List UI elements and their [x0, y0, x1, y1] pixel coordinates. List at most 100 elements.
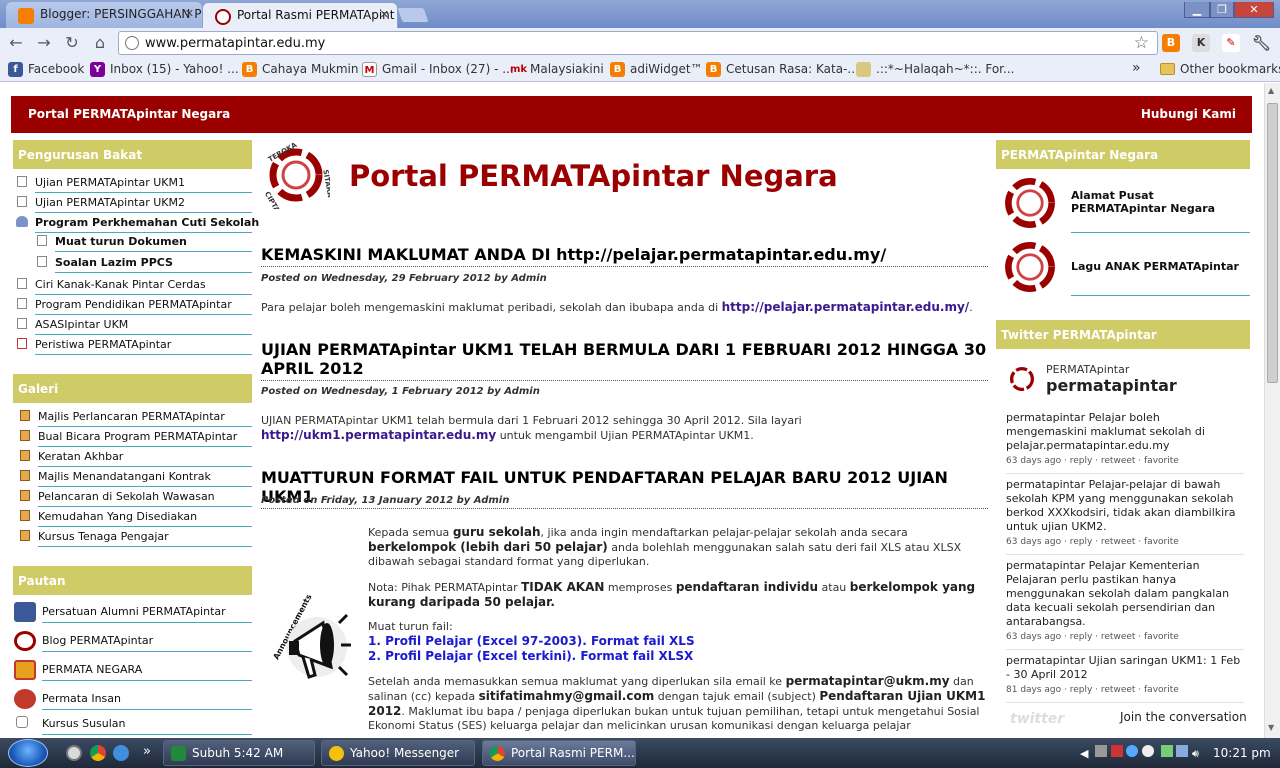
- star-icon[interactable]: ☆: [1134, 33, 1149, 53]
- pelajar-link[interactable]: http://pelajar.permatapintar.edu.my/: [722, 300, 970, 314]
- tray-app-icon[interactable]: [1141, 745, 1154, 757]
- gallery-item[interactable]: Keratan Akhbar: [20, 448, 252, 467]
- gallery-item[interactable]: Bual Bicara Program PERMATApintar: [20, 428, 252, 447]
- gallery-item[interactable]: Majlis Menandatangani Kontrak: [20, 468, 252, 487]
- tweet: permatapintar Ujian saringan UKM1: 1 Feb…: [1006, 654, 1244, 703]
- task-chrome[interactable]: Portal Rasmi PERM...: [482, 740, 636, 766]
- bookmark-label: Malaysiakini: [530, 62, 604, 76]
- clock[interactable]: 10:21 pm: [1213, 746, 1271, 760]
- bookmark-malaysiakini[interactable]: mk Malaysiakini: [510, 62, 604, 76]
- ie-icon[interactable]: [113, 745, 129, 761]
- sidebar-item-pendidikan[interactable]: Program Pendidikan PERMATApintar: [17, 296, 252, 315]
- close-icon[interactable]: ✕: [380, 8, 389, 21]
- tray-network-icon[interactable]: [1126, 745, 1139, 757]
- download-xlsx-link[interactable]: 2. Profil Pelajar (Excel terkini). Forma…: [368, 649, 693, 663]
- sidebar-item-ciri[interactable]: Ciri Kanak-Kanak Pintar Cerdas: [17, 276, 252, 295]
- wifi-icon[interactable]: [1176, 745, 1189, 757]
- reload-button[interactable]: ↻: [62, 33, 82, 53]
- back-button[interactable]: ←: [6, 33, 26, 53]
- alamat-link[interactable]: Alamat Pusat PERMATApintar Negara: [1071, 189, 1250, 215]
- sidebar-item-soalan-lazim[interactable]: Soalan Lazim PPCS: [37, 254, 252, 273]
- bookmark-gmail[interactable]: M Gmail - Inbox (27) - ...: [362, 62, 514, 77]
- system-tray[interactable]: ◀ 🔊︎: [1080, 745, 1199, 761]
- address-bar[interactable]: www.permatapintar.edu.my ☆: [118, 31, 1158, 55]
- lagu-link[interactable]: Lagu ANAK PERMATApintar: [1071, 260, 1250, 273]
- more-bookmarks-chevron-icon[interactable]: »: [1132, 60, 1141, 76]
- home-link[interactable]: Portal PERMATApintar Negara: [28, 107, 230, 121]
- tweet-actions[interactable]: 81 days ago · reply · retweet · favorite: [1006, 683, 1244, 697]
- sidebar-item-ukm1[interactable]: Ujian PERMATApintar UKM1: [17, 174, 252, 193]
- wrench-icon[interactable]: 🔧︎: [1252, 34, 1271, 52]
- tab-portal[interactable]: Portal Rasmi PERMATApint ✕: [202, 2, 398, 28]
- tool-extension-icon[interactable]: ✎: [1222, 34, 1240, 52]
- browser-titlebar: Blogger: PERSINGGAHAN P ✕ Portal Rasmi P…: [0, 0, 1280, 28]
- link-permata-insan[interactable]: Permata Insan: [14, 689, 252, 710]
- post-text: . Maklumat ibu bapa / penjaga diperlukan…: [368, 705, 980, 732]
- gallery-item-label: Kemudahan Yang Disediakan: [38, 510, 198, 523]
- new-tab-button[interactable]: [397, 8, 429, 22]
- url-text[interactable]: www.permatapintar.edu.my: [145, 36, 325, 51]
- link-permata-negara[interactable]: PERMATA NEGARA: [14, 660, 252, 681]
- contact-link[interactable]: Hubungi Kami: [1141, 107, 1236, 121]
- tweet-actions[interactable]: 63 days ago · reply · retweet · favorite: [1006, 630, 1244, 644]
- gallery-item[interactable]: Kursus Tenaga Pengajar: [20, 528, 252, 547]
- scroll-thumb[interactable]: [1267, 103, 1278, 383]
- sidebar-item-peristiwa[interactable]: Peristiwa PERMATApintar: [17, 336, 252, 355]
- other-bookmarks[interactable]: Other bookmarks: [1160, 62, 1280, 76]
- bookmark-cetusan[interactable]: B Cetusan Rasa: Kata-...: [706, 62, 859, 77]
- scroll-up-icon[interactable]: ▲: [1268, 86, 1274, 95]
- forward-button[interactable]: →: [34, 33, 54, 53]
- bookmark-yahoo[interactable]: Y Inbox (15) - Yahoo! ...: [90, 62, 239, 77]
- tweet-actions[interactable]: 63 days ago · reply · retweet · favorite: [1006, 535, 1244, 549]
- sidebar-item-asasipintar[interactable]: ASASIpintar UKM: [17, 316, 252, 335]
- sidebar-item-label: Ciri Kanak-Kanak Pintar Cerdas: [35, 278, 206, 291]
- bookmark-facebook[interactable]: f Facebook: [8, 62, 84, 77]
- gallery-item[interactable]: Majlis Perlancaran PERMATApintar: [20, 408, 252, 427]
- start-button[interactable]: [8, 739, 48, 767]
- tray-expand-icon[interactable]: ◀: [1080, 747, 1088, 760]
- email-link[interactable]: permatapintar@ukm.my: [786, 674, 950, 688]
- tweet: permatapintar Pelajar boleh mengemaskini…: [1006, 411, 1244, 474]
- media-player-icon[interactable]: [66, 745, 82, 761]
- battery-icon[interactable]: [1160, 745, 1173, 757]
- page-scrollbar[interactable]: ▲ ▼: [1264, 83, 1280, 738]
- gallery-item[interactable]: Pelancaran di Sekolah Wawasan: [20, 488, 252, 507]
- email-link[interactable]: sitifatimahmy@gmail.com: [479, 689, 655, 703]
- download-xls-link[interactable]: 1. Profil Pelajar (Excel 97-2003). Forma…: [368, 634, 695, 648]
- page-icon: [17, 196, 27, 207]
- twitter-handle[interactable]: permatapintar: [1046, 376, 1177, 395]
- join-conversation-link[interactable]: Join the conversation: [1120, 710, 1247, 724]
- link-blog[interactable]: Blog PERMATApintar: [14, 631, 252, 652]
- close-icon[interactable]: ✕: [185, 7, 194, 20]
- tray-security-icon[interactable]: [1110, 745, 1123, 757]
- sidebar-item-muat-turun[interactable]: Muat turun Dokumen: [37, 233, 252, 252]
- tweet-actions[interactable]: 63 days ago · reply · retweet · favorite: [1006, 454, 1244, 468]
- post-title[interactable]: KEMASKINI MAKLUMAT ANDA DI http://pelaja…: [261, 245, 988, 267]
- bookmark-adiwidget[interactable]: BadiWidget™: [610, 62, 703, 77]
- bookmark-halaqah[interactable]: .::*~Halaqah~*::. For...: [856, 62, 1014, 77]
- blogger-extension-icon[interactable]: B: [1162, 34, 1180, 52]
- scroll-down-icon[interactable]: ▼: [1268, 723, 1274, 732]
- bookmark-label: Gmail - Inbox (27) - ...: [382, 62, 514, 76]
- maximize-button[interactable]: ❐: [1210, 2, 1234, 18]
- sidebar-item-perkhemahan[interactable]: Program Perkhemahan Cuti Sekolah: [16, 214, 259, 233]
- post-title[interactable]: UJIAN PERMATApintar UKM1 TELAH BERMULA D…: [261, 340, 988, 381]
- ukm1-link[interactable]: http://ukm1.permatapintar.edu.my: [261, 428, 496, 442]
- window-close-button[interactable]: ✕: [1234, 2, 1274, 18]
- task-subuh[interactable]: Subuh 5:42 AM: [163, 740, 315, 766]
- chrome-icon[interactable]: [90, 745, 106, 761]
- gallery-item[interactable]: Kemudahan Yang Disediakan: [20, 508, 252, 527]
- link-alumni[interactable]: Persatuan Alumni PERMATApintar: [14, 602, 252, 623]
- more-launch-chevron-icon[interactable]: »: [143, 744, 151, 759]
- twitter-avatar[interactable]: [1006, 363, 1038, 395]
- k-extension-icon[interactable]: K: [1192, 34, 1210, 52]
- sidebar-item-ukm2[interactable]: Ujian PERMATApintar UKM2: [17, 194, 252, 213]
- tray-app-icon[interactable]: [1095, 745, 1108, 757]
- home-button[interactable]: ⌂: [90, 33, 110, 53]
- tab-blogger[interactable]: Blogger: PERSINGGAHAN P ✕: [6, 2, 202, 28]
- link-kursus-susulan[interactable]: Kursus Susulan: [16, 714, 252, 735]
- volume-icon[interactable]: 🔊︎: [1192, 747, 1199, 760]
- minimize-button[interactable]: ▁: [1184, 2, 1210, 18]
- task-yahoo-messenger[interactable]: Yahoo! Messenger: [321, 740, 475, 766]
- bookmark-cahaya[interactable]: B Cahaya Mukmin: [242, 62, 359, 77]
